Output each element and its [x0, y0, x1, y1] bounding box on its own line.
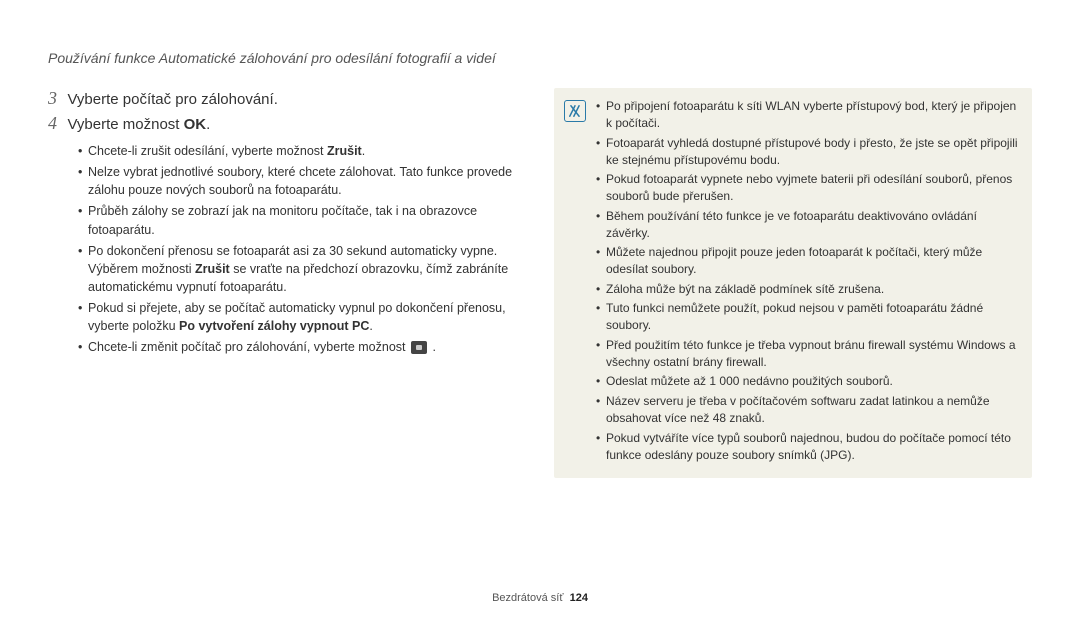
note-item: Tuto funkci nemůžete použít, pokud nejso… — [596, 300, 1018, 334]
t: . — [429, 340, 436, 354]
t: Chcete-li zrušit odesílání, vyberte možn… — [88, 144, 327, 158]
t: . — [362, 144, 365, 158]
list-item: Průběh zálohy se zobrazí jak na monitoru… — [78, 202, 526, 238]
b: Zrušit — [195, 262, 230, 276]
note-item: Po připojení fotoaparátu k síti WLAN vyb… — [596, 98, 1018, 132]
page-footer: Bezdrátová síť 124 — [0, 592, 1080, 604]
right-column: Po připojení fotoaparátu k síti WLAN vyb… — [554, 88, 1032, 478]
b: Zrušit — [327, 144, 362, 158]
sub-bullet-list: Chcete-li zrušit odesílání, vyberte možn… — [48, 142, 526, 356]
list-item: Chcete-li změnit počítač pro zálohování,… — [78, 338, 526, 356]
t: . — [369, 319, 372, 333]
note-item: Pokud vytváříte více typů souborů najedn… — [596, 430, 1018, 464]
note-box: Po připojení fotoaparátu k síti WLAN vyb… — [554, 88, 1032, 478]
step-text: Vyberte možnost OK. — [67, 116, 210, 133]
left-column: 3 Vyberte počítač pro zálohování. 4 Vybe… — [48, 88, 526, 478]
list-item: Nelze vybrat jednotlivé soubory, které c… — [78, 163, 526, 199]
list-item: Po dokončení přenosu se fotoaparát asi z… — [78, 242, 526, 296]
page-number: 124 — [570, 592, 588, 604]
note-icon — [564, 100, 586, 122]
page-header: Používání funkce Automatické zálohování … — [48, 50, 1032, 66]
computer-icon — [411, 341, 427, 354]
note-item: Během používání této funkce je ve fotoap… — [596, 208, 1018, 242]
list-item: Chcete-li zrušit odesílání, vyberte možn… — [78, 142, 526, 160]
t: Chcete-li změnit počítač pro zálohování,… — [88, 340, 409, 354]
list-item: Pokud si přejete, aby se počítač automat… — [78, 299, 526, 335]
note-item: Před použitím této funkce je třeba vypno… — [596, 337, 1018, 371]
note-list: Po připojení fotoaparátu k síti WLAN vyb… — [596, 98, 1018, 466]
note-item: Můžete najednou připojit pouze jeden fot… — [596, 244, 1018, 278]
text-bold: OK — [184, 116, 207, 133]
footer-label: Bezdrátová síť — [492, 592, 563, 604]
note-item: Fotoaparát vyhledá dostupné přístupové b… — [596, 135, 1018, 169]
note-item: Záloha může být na základě podmínek sítě… — [596, 281, 1018, 298]
b: Po vytvoření zálohy vypnout PC — [179, 319, 369, 333]
note-item: Pokud fotoaparát vypnete nebo vyjmete ba… — [596, 171, 1018, 205]
note-item: Název serveru je třeba v počítačovém sof… — [596, 393, 1018, 427]
step-number: 4 — [48, 113, 57, 133]
text-post: . — [206, 116, 210, 133]
text-pre: Vyberte možnost — [67, 116, 183, 133]
step-number: 3 — [48, 88, 57, 108]
note-item: Odeslat můžete až 1 000 nedávno použitýc… — [596, 373, 1018, 390]
step-text: Vyberte počítač pro zálohování. — [67, 91, 277, 108]
step-3: 3 Vyberte počítač pro zálohování. — [48, 88, 526, 109]
step-4: 4 Vyberte možnost OK. — [48, 113, 526, 134]
